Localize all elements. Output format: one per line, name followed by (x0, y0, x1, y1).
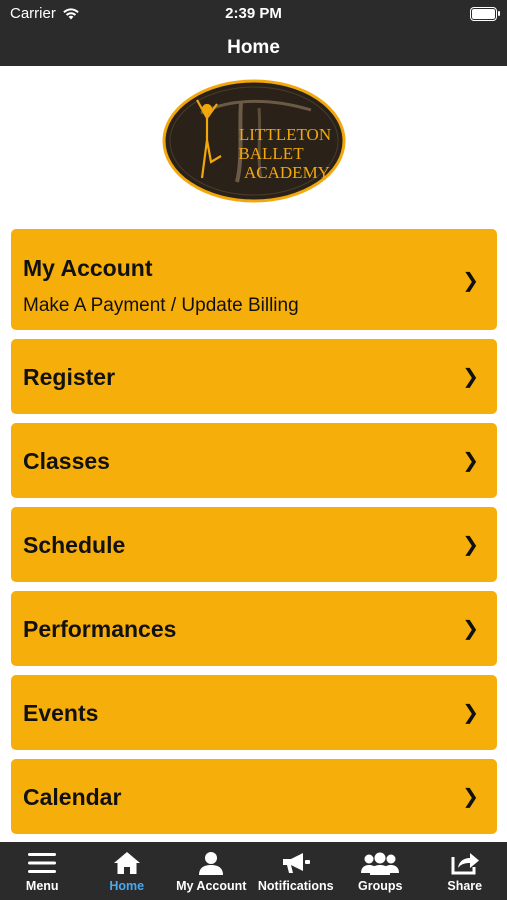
page-title: Home (227, 37, 280, 58)
tab-home[interactable]: Home (85, 842, 170, 900)
logo-line1: LITTLETON (238, 125, 330, 144)
tab-label: Home (109, 879, 145, 893)
menu-item-events[interactable]: Events ❯ (11, 675, 497, 750)
menu-item-label: Classes (23, 448, 110, 474)
menu-item-label: Events (23, 700, 99, 726)
chevron-right-icon: ❯ (462, 270, 479, 292)
logo-line3: ACADEMY (244, 163, 330, 182)
tab-bar: Menu Home My Account Notifications Group… (0, 842, 507, 900)
menu-item-sublabel: Make A Payment / Update Billing (23, 295, 299, 316)
menu-item-label: Register (23, 364, 116, 390)
menu-item-classes[interactable]: Classes ❯ (11, 423, 497, 498)
menu-item-calendar[interactable]: Calendar ❯ (11, 759, 497, 834)
status-bar: Carrier 2:39 PM (0, 0, 507, 30)
menu-list: My Account Make A Payment / Update Billi… (11, 229, 497, 843)
group-icon (361, 852, 400, 875)
menu-item-label: My Account (23, 255, 153, 281)
chevron-right-icon: ❯ (462, 702, 479, 724)
person-icon (199, 852, 224, 875)
menu-item-performances[interactable]: Performances ❯ (11, 591, 497, 666)
megaphone-icon (282, 853, 310, 873)
tab-menu[interactable]: Menu (0, 842, 85, 900)
tab-groups[interactable]: Groups (338, 842, 423, 900)
tab-label: Share (447, 879, 483, 893)
nav-bar: Home (0, 30, 507, 66)
academy-logo: LITTLETON BALLET ACADEMY (162, 79, 345, 203)
tab-label: Menu (25, 879, 59, 893)
menu-item-label: Schedule (23, 532, 126, 558)
chevron-right-icon: ❯ (462, 786, 479, 808)
status-time: 2:39 PM (225, 5, 282, 22)
chevron-right-icon: ❯ (462, 534, 479, 556)
chevron-right-icon: ❯ (462, 450, 479, 472)
tab-label: Notifications (257, 879, 334, 893)
tab-label: My Account (176, 879, 247, 893)
battery-icon (470, 7, 500, 21)
home-icon (113, 852, 140, 874)
tab-notifications[interactable]: Notifications (254, 842, 339, 900)
hamburger-icon (28, 853, 57, 873)
menu-item-schedule[interactable]: Schedule ❯ (11, 507, 497, 582)
logo-container: LITTLETON BALLET ACADEMY (0, 78, 507, 206)
menu-item-register[interactable]: Register ❯ (11, 339, 497, 414)
menu-item-label: Calendar (23, 784, 122, 810)
tab-share[interactable]: Share (423, 842, 507, 900)
tab-my-account[interactable]: My Account (169, 842, 254, 900)
logo-line2: BALLET (238, 144, 304, 163)
menu-item-label: Performances (23, 616, 177, 642)
tab-label: Groups (358, 879, 403, 893)
menu-item-my-account[interactable]: My Account Make A Payment / Update Billi… (11, 229, 497, 330)
chevron-right-icon: ❯ (462, 366, 479, 388)
share-icon (451, 853, 479, 875)
chevron-right-icon: ❯ (462, 618, 479, 640)
